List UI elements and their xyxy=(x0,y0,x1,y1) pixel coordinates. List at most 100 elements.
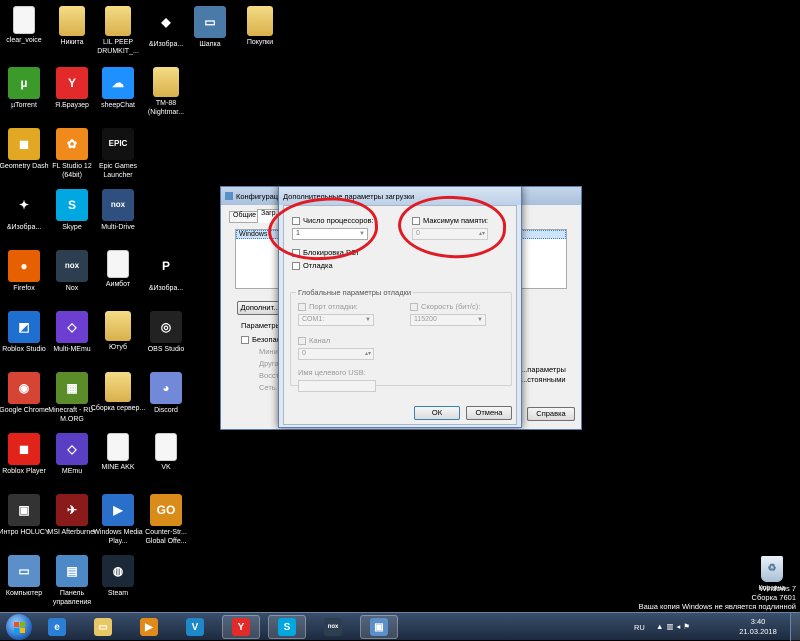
app-icon: ◎ xyxy=(150,311,182,343)
app-icon: ◕ xyxy=(150,372,182,404)
desktop-icon[interactable]: ▭ Шапка xyxy=(182,6,238,50)
taskbar-app-nox[interactable]: nox xyxy=(314,615,352,639)
app-icon: Y xyxy=(56,67,88,99)
chevron-down-icon: ▼ xyxy=(477,317,483,323)
taskbar-app-skype[interactable]: S xyxy=(268,615,306,639)
windows-watermark: Windows 7 Сборка 7601 Ваша копия Windows… xyxy=(639,584,796,611)
global-debug-group-label: Глобальные параметры отладки xyxy=(296,288,414,297)
channel-checkbox[interactable]: Канал xyxy=(298,336,330,346)
app-icon: ◼ xyxy=(8,128,40,160)
advanced-options-button[interactable]: Дополнит... xyxy=(237,301,283,315)
baud-rate-checkbox[interactable]: Скорость (бит/с): xyxy=(410,302,480,312)
app-icon: ▤ xyxy=(56,555,88,587)
debug-port-checkbox[interactable]: Порт отладки: xyxy=(298,302,358,312)
tray-arrow-icon[interactable]: ▲ xyxy=(656,622,666,631)
folder-icon xyxy=(153,67,179,97)
clock[interactable]: 3:40 21.03.2018 xyxy=(738,617,778,637)
ie-icon: e xyxy=(48,618,66,636)
app-icon: µ xyxy=(8,67,40,99)
make-permanent-text-1: ...параметры xyxy=(521,365,566,374)
desktop-icon[interactable]: Покупки xyxy=(232,6,288,48)
spinner-arrows-icon[interactable]: ▴▾ xyxy=(365,349,371,359)
app-icon: ◇ xyxy=(56,311,88,343)
app-icon: ◩ xyxy=(8,311,40,343)
app-icon: ◼ xyxy=(8,433,40,465)
app-icon: ☁ xyxy=(102,67,134,99)
desktop-icon-label: Counter-Str... Global Offe... xyxy=(145,529,187,545)
app-icon: ▦ xyxy=(56,372,88,404)
taskbar-app-msconfig[interactable]: ▣ xyxy=(360,615,398,639)
start-button[interactable] xyxy=(6,614,32,640)
usb-target-label: Имя целевого USB: xyxy=(298,368,366,377)
app-icon: GO xyxy=(150,494,182,526)
desktop: clear_voice Никита LIL PEEP DRUMKIT_... ◆ &И… xyxy=(0,0,800,612)
baud-rate-select[interactable]: 115200 ▼ xyxy=(410,314,486,326)
desktop-icon[interactable]: TM-88 (Nightmar... xyxy=(138,67,194,117)
folder-icon xyxy=(105,372,131,402)
app-icon: S xyxy=(56,189,88,221)
language-indicator[interactable]: RU xyxy=(634,623,645,632)
app-icon: ✿ xyxy=(56,128,88,160)
recycle-bin-icon: ♻ xyxy=(761,556,783,582)
desktop-icon[interactable]: ◕ Discord xyxy=(138,372,194,416)
help-button[interactable]: Справка xyxy=(527,407,575,421)
skype-icon: S xyxy=(278,618,296,636)
watermark-edition: Windows 7 xyxy=(759,584,796,593)
cancel-button[interactable]: Отмена xyxy=(466,406,512,420)
desktop-icon[interactable]: nox Multi-Drive xyxy=(90,189,146,233)
taskbar-app-ie[interactable]: e xyxy=(38,615,76,639)
usb-target-input[interactable] xyxy=(298,380,376,392)
document-icon xyxy=(107,433,129,461)
document-icon xyxy=(13,6,35,34)
desktop-icon-label: VK xyxy=(161,464,171,471)
taskbar-app-explorer[interactable]: ▭ xyxy=(84,615,122,639)
desktop-icon[interactable]: GO Counter-Str... Global Offe... xyxy=(138,494,194,546)
watermark-build: Сборка 7601 xyxy=(751,593,796,602)
channel-spinner[interactable]: 0 ▴▾ xyxy=(298,348,374,360)
desktop-icon-label: Steam xyxy=(107,590,129,597)
chevron-down-icon: ▼ xyxy=(365,317,371,323)
explorer-icon: ▭ xyxy=(94,618,112,636)
tray-icons[interactable]: ▲▥◂⚑ xyxy=(656,622,693,631)
debug-port-select[interactable]: COM1: ▼ xyxy=(298,314,374,326)
taskbar-app-vegas[interactable]: V xyxy=(176,615,214,639)
flag-icon[interactable]: ⚑ xyxy=(683,622,693,631)
desktop-icon-label: &Изобра... xyxy=(148,285,184,292)
show-desktop-button[interactable] xyxy=(790,613,800,641)
app-icon: ▶ xyxy=(102,494,134,526)
watermark-genuine: Ваша копия Windows не является подлинной xyxy=(638,602,796,611)
desktop-icon[interactable]: P &Изобра... xyxy=(138,250,194,294)
vegas-icon: V xyxy=(186,618,204,636)
folder-icon xyxy=(59,6,85,36)
tab-general[interactable]: Общие xyxy=(229,211,261,223)
desktop-icon-label: Discord xyxy=(154,407,178,414)
taskbar-app-yandex[interactable]: Y xyxy=(222,615,260,639)
desktop-icon[interactable]: EPIC Epic Games Launcher xyxy=(90,128,146,180)
desktop-icon[interactable]: ◎ OBS Studio xyxy=(138,311,194,355)
network-icon[interactable]: ▥ xyxy=(666,622,676,631)
app-icon: ◍ xyxy=(102,555,134,587)
desktop-icon-label: Epic Games Launcher xyxy=(98,163,138,179)
desktop-icon-label: Шапка xyxy=(199,41,221,48)
desktop-icon-label: OBS Studio xyxy=(147,346,185,353)
desktop-icon-label: Multi-Drive xyxy=(101,224,135,231)
app-icon: ✦ xyxy=(8,189,40,221)
app-icon: ◆ xyxy=(150,6,182,38)
ok-button[interactable]: ОК xyxy=(414,406,460,420)
window-icon xyxy=(225,192,233,200)
desktop-icon-label: TM-88 (Nightmar... xyxy=(147,100,185,116)
debug-checkbox[interactable]: Отладка xyxy=(292,261,333,271)
msconfig-icon: ▣ xyxy=(370,618,388,636)
app-icon: ▣ xyxy=(8,494,40,526)
app-icon: nox xyxy=(102,189,134,221)
app-icon: EPIC xyxy=(102,128,134,160)
clock-date: 21.03.2018 xyxy=(739,627,777,636)
folder-icon xyxy=(247,6,273,36)
app-icon: ◉ xyxy=(8,372,40,404)
media-icon: ▶ xyxy=(140,618,158,636)
app-icon: P xyxy=(150,250,182,282)
desktop-icon[interactable]: VK xyxy=(138,433,194,473)
app-icon: nox xyxy=(56,250,88,282)
taskbar-app-media[interactable]: ▶ xyxy=(130,615,168,639)
desktop-icon[interactable]: ◍ Steam xyxy=(90,555,146,599)
